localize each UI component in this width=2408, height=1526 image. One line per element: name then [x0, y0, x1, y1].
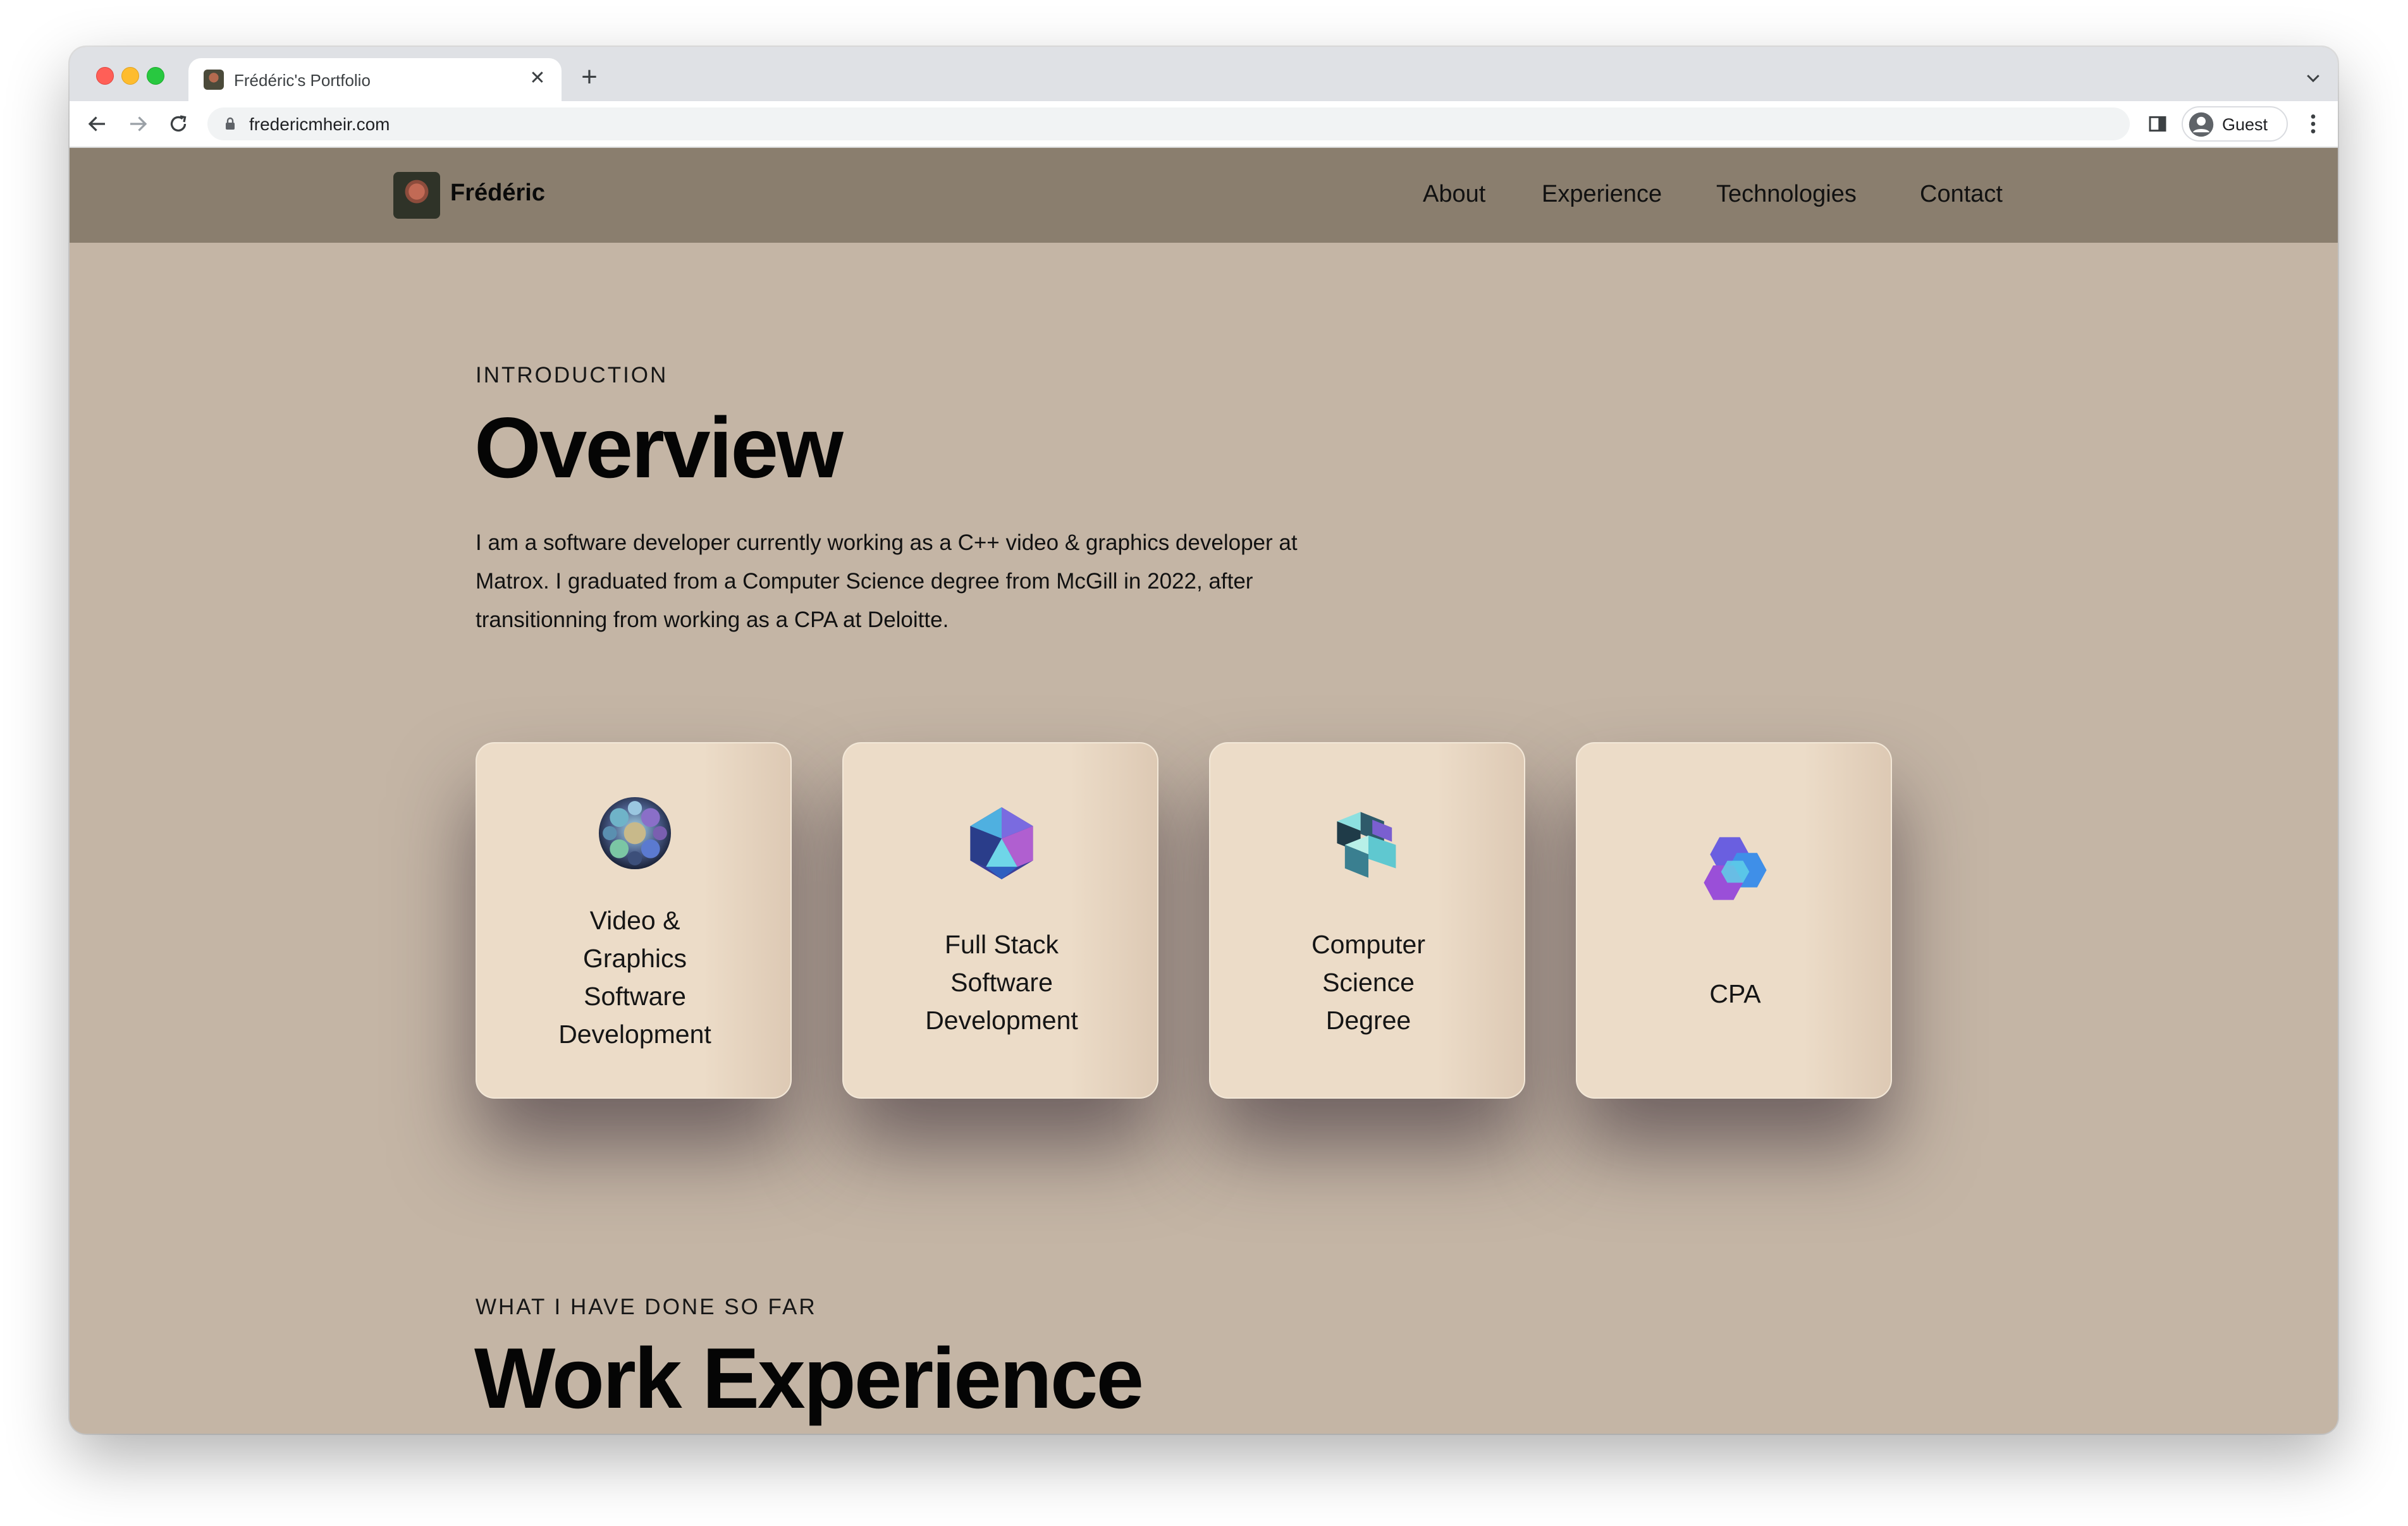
service-card-cpa[interactable]: CPA: [1576, 742, 1892, 1099]
nav-link-about[interactable]: About: [1423, 181, 1485, 208]
tab-close-icon[interactable]: ✕: [526, 67, 549, 90]
nav-link-contact[interactable]: Contact: [1920, 181, 2003, 208]
profile-button[interactable]: Guest: [2182, 106, 2288, 142]
service-card-computer-science[interactable]: Computer Science Degree: [1209, 742, 1525, 1099]
close-window-button[interactable]: [96, 67, 114, 85]
nav-link-experience[interactable]: Experience: [1542, 181, 1662, 208]
tab-title: Frédéric's Portfolio: [234, 71, 371, 90]
card-label: CPA: [1602, 975, 1868, 1013]
card-label-line: Full Stack: [945, 930, 1059, 959]
card-label-line: CPA: [1709, 979, 1761, 1008]
logo-avatar[interactable]: [393, 172, 440, 219]
web-page: Frédéric About Experience Technologies C…: [70, 148, 2338, 1434]
overview-title: Overview: [474, 400, 844, 496]
service-card-video-graphics[interactable]: Video & Graphics Software Development: [476, 742, 792, 1099]
experience-eyebrow: WHAT I HAVE DONE SO FAR: [476, 1295, 817, 1319]
new-tab-button[interactable]: +: [575, 63, 603, 92]
browser-toolbar: fredericmheir.com Guest: [70, 101, 2338, 148]
card-label: Full Stack Software Development: [869, 925, 1134, 1039]
experience-title: Work Experience: [474, 1330, 1144, 1426]
overview-line: transitionning from working as a CPA at …: [476, 607, 949, 632]
favicon-icon: [204, 70, 224, 90]
profile-label: Guest: [2222, 115, 2268, 134]
crystal-gem-icon: [970, 807, 1033, 880]
address-bar[interactable]: fredericmheir.com: [207, 107, 2130, 140]
tab-search-chevron-icon[interactable]: [2304, 68, 2323, 87]
side-panel-icon[interactable]: [2147, 114, 2168, 134]
card-label-line: Computer: [1311, 930, 1425, 959]
hex-puzzle-icon: [1704, 837, 1767, 900]
nav-link-technologies[interactable]: Technologies: [1716, 181, 1857, 208]
card-label-line: Development: [558, 1020, 711, 1049]
service-card-full-stack[interactable]: Full Stack Software Development: [842, 742, 1158, 1099]
card-label-line: Science: [1322, 968, 1415, 997]
site-navbar: Frédéric About Experience Technologies C…: [70, 148, 2338, 243]
card-label-line: Development: [925, 1006, 1078, 1035]
card-label-line: Software: [584, 982, 686, 1011]
maximize-window-button[interactable]: [147, 67, 164, 85]
back-arrow-icon[interactable]: [86, 113, 109, 135]
logo-name[interactable]: Frédéric: [450, 180, 545, 207]
profile-avatar-icon: [2189, 112, 2214, 137]
url-text: fredericmheir.com: [249, 114, 390, 134]
reload-icon[interactable]: [167, 113, 190, 135]
browser-window: Frédéric's Portfolio ✕ + fredericmheir.c…: [70, 47, 2338, 1434]
card-label: Video & Graphics Software Development: [502, 901, 768, 1053]
card-label-line: Software: [950, 968, 1053, 997]
forward-arrow-icon[interactable]: [126, 113, 149, 135]
overview-line: Matrox. I graduated from a Computer Scie…: [476, 569, 1253, 594]
more-menu-icon[interactable]: [2302, 111, 2325, 137]
minimize-window-button[interactable]: [121, 67, 139, 85]
card-label: Computer Science Degree: [1236, 925, 1501, 1039]
flower-sphere-icon: [598, 797, 672, 870]
overview-line: I am a software developer currently work…: [476, 530, 1298, 555]
card-label-line: Degree: [1325, 1006, 1411, 1035]
overview-paragraph: I am a software developer currently work…: [476, 523, 1411, 639]
tab-strip: Frédéric's Portfolio ✕ +: [70, 47, 2338, 101]
cube-cluster-icon: [1337, 812, 1396, 878]
overview-eyebrow: INTRODUCTION: [476, 363, 668, 388]
lock-icon[interactable]: [223, 116, 238, 131]
card-label-line: Video &: [589, 906, 680, 935]
browser-tab[interactable]: Frédéric's Portfolio ✕: [188, 58, 562, 101]
card-label-line: Graphics: [582, 944, 687, 973]
